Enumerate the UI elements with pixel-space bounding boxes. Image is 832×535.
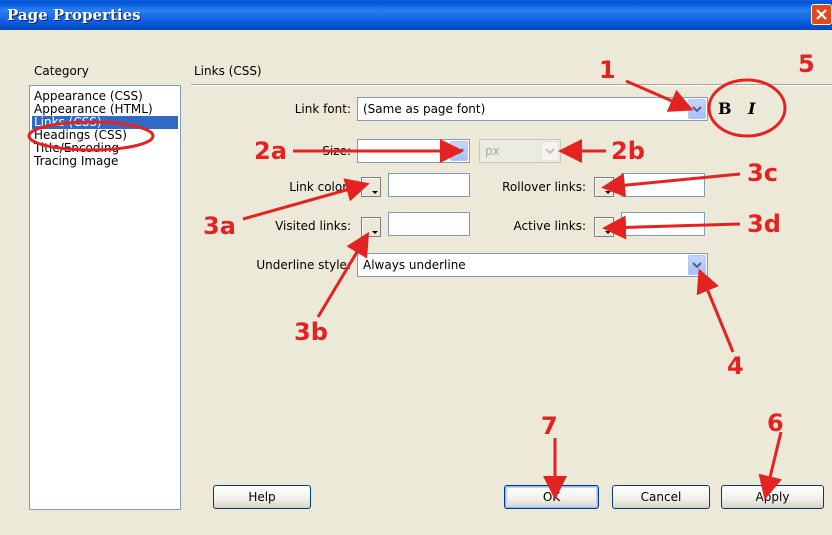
annotation-label-3a: 3a <box>203 212 236 240</box>
arrow-3b <box>316 231 370 318</box>
arrow-4 <box>696 268 735 353</box>
annotation-label-7: 7 <box>541 412 558 440</box>
arrow-3d <box>602 215 741 240</box>
annotation-overlay <box>27 78 787 500</box>
arrow-3c <box>601 172 741 198</box>
annotation-label-2a: 2a <box>254 137 287 165</box>
annotation-label-3d: 3d <box>747 210 781 238</box>
arrow-6 <box>758 431 783 500</box>
annotation-label-3b: 3b <box>294 318 328 346</box>
annotation-circle-bold-italic <box>707 78 787 138</box>
arrow-3a <box>242 178 370 221</box>
annotation-label-4: 4 <box>727 352 744 380</box>
annotation-label-5: 5 <box>798 50 815 78</box>
annotation-label-3c: 3c <box>747 159 778 187</box>
annotation-label-6: 6 <box>767 409 784 437</box>
arrow-1 <box>625 79 694 112</box>
annotation-label-1: 1 <box>599 56 616 84</box>
annotation-label-2b: 2b <box>611 137 645 165</box>
annotation-circle-links <box>27 120 155 152</box>
